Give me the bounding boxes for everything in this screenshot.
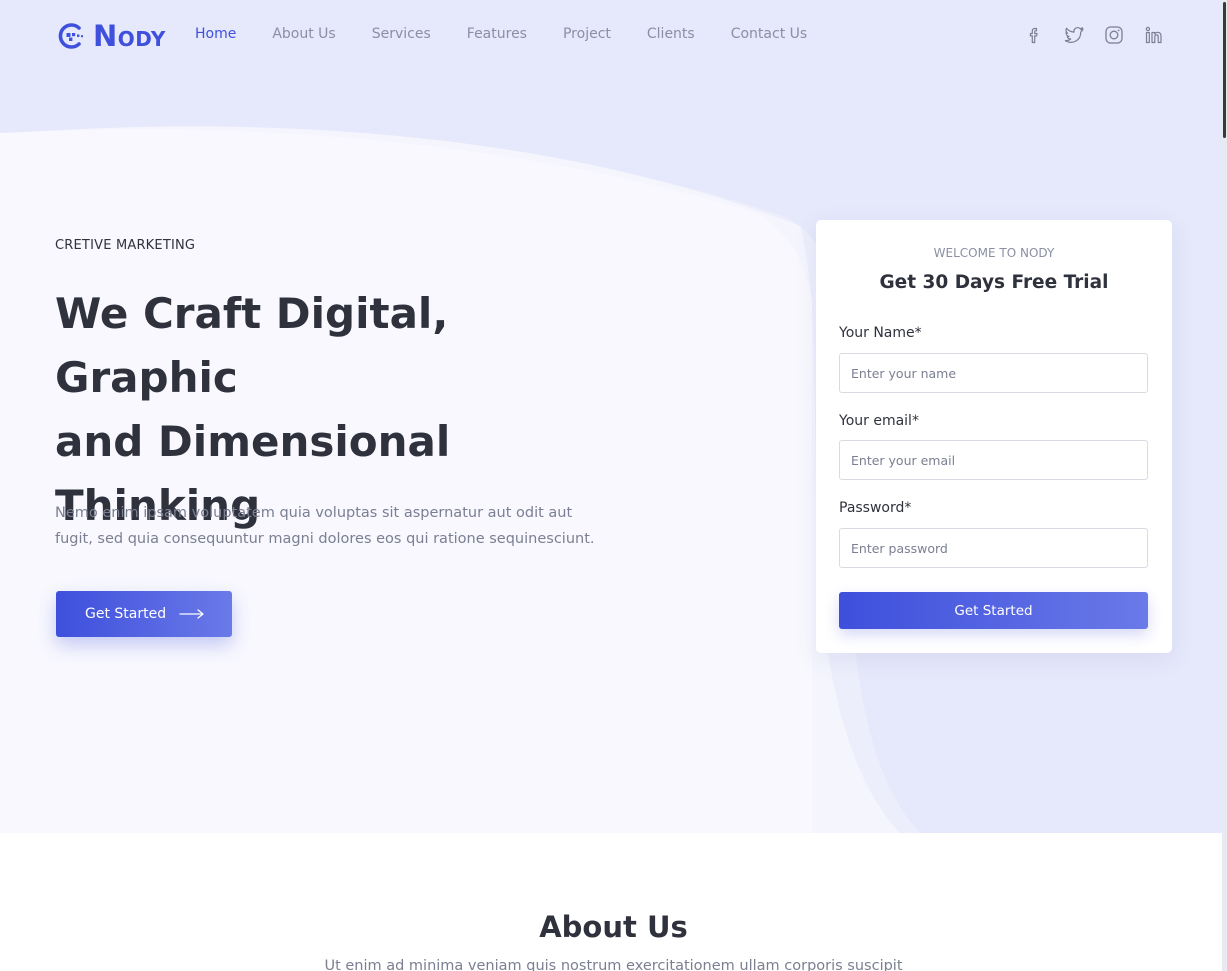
logo-text: NODY — [93, 19, 166, 53]
nav-project[interactable]: Project — [563, 24, 611, 44]
logo-rest: ODY — [117, 27, 166, 51]
nav-contact-us[interactable]: Contact Us — [731, 24, 807, 44]
form-title: Get 30 Days Free Trial — [879, 272, 1109, 293]
logo-initial: N — [93, 19, 118, 53]
form-submit-button[interactable]: Get Started — [839, 592, 1148, 629]
logo-mark-icon — [58, 23, 83, 49]
hero-description-line-2: fugit, sed quia consequuntur magni dolor… — [55, 531, 595, 547]
nav-clients[interactable]: Clients — [647, 24, 695, 44]
about-title: About Us — [539, 910, 688, 944]
nav-features[interactable]: Features — [467, 24, 527, 44]
logo[interactable]: NODY — [55, 19, 166, 53]
email-label: Your email* — [839, 413, 919, 429]
twitter-icon[interactable] — [1063, 24, 1085, 46]
social-links — [1023, 24, 1165, 46]
page-scrollbar[interactable] — [1222, 0, 1227, 971]
nav-services[interactable]: Services — [372, 24, 431, 44]
nav-home[interactable]: Home — [195, 24, 236, 44]
get-started-label: Get Started — [85, 606, 167, 622]
arrow-right-icon — [179, 609, 205, 619]
hero-headline-line-1: We Craft Digital, Graphic — [55, 289, 449, 402]
password-input[interactable] — [839, 528, 1148, 568]
scrollbar-thumb[interactable] — [1223, 2, 1226, 138]
hero-headline-line-2: and Dimensional — [55, 417, 451, 466]
hero-description: Nemo enim ipsam voluptatem quia voluptas… — [55, 500, 615, 552]
free-trial-form: WELCOME TO NODY Get 30 Days Free Trial Y… — [816, 220, 1172, 653]
get-started-button[interactable]: Get Started — [56, 591, 232, 637]
instagram-icon[interactable] — [1103, 24, 1125, 46]
hero-description-line-1: Nemo enim ipsam voluptatem quia voluptas… — [55, 505, 573, 521]
main-nav: Home About Us Services Features Project … — [195, 24, 843, 44]
linkedin-icon[interactable] — [1143, 24, 1165, 46]
facebook-icon[interactable] — [1023, 24, 1045, 46]
name-input[interactable] — [839, 353, 1148, 393]
hero-eyebrow: CRETIVE MARKETING — [55, 238, 196, 253]
about-text: Ut enim ad minima veniam quis nostrum ex… — [324, 958, 903, 971]
form-eyebrow: WELCOME TO NODY — [933, 246, 1055, 260]
name-label: Your Name* — [839, 325, 922, 341]
nav-about-us[interactable]: About Us — [272, 24, 335, 44]
password-label: Password* — [839, 500, 912, 516]
email-input[interactable] — [839, 440, 1148, 480]
